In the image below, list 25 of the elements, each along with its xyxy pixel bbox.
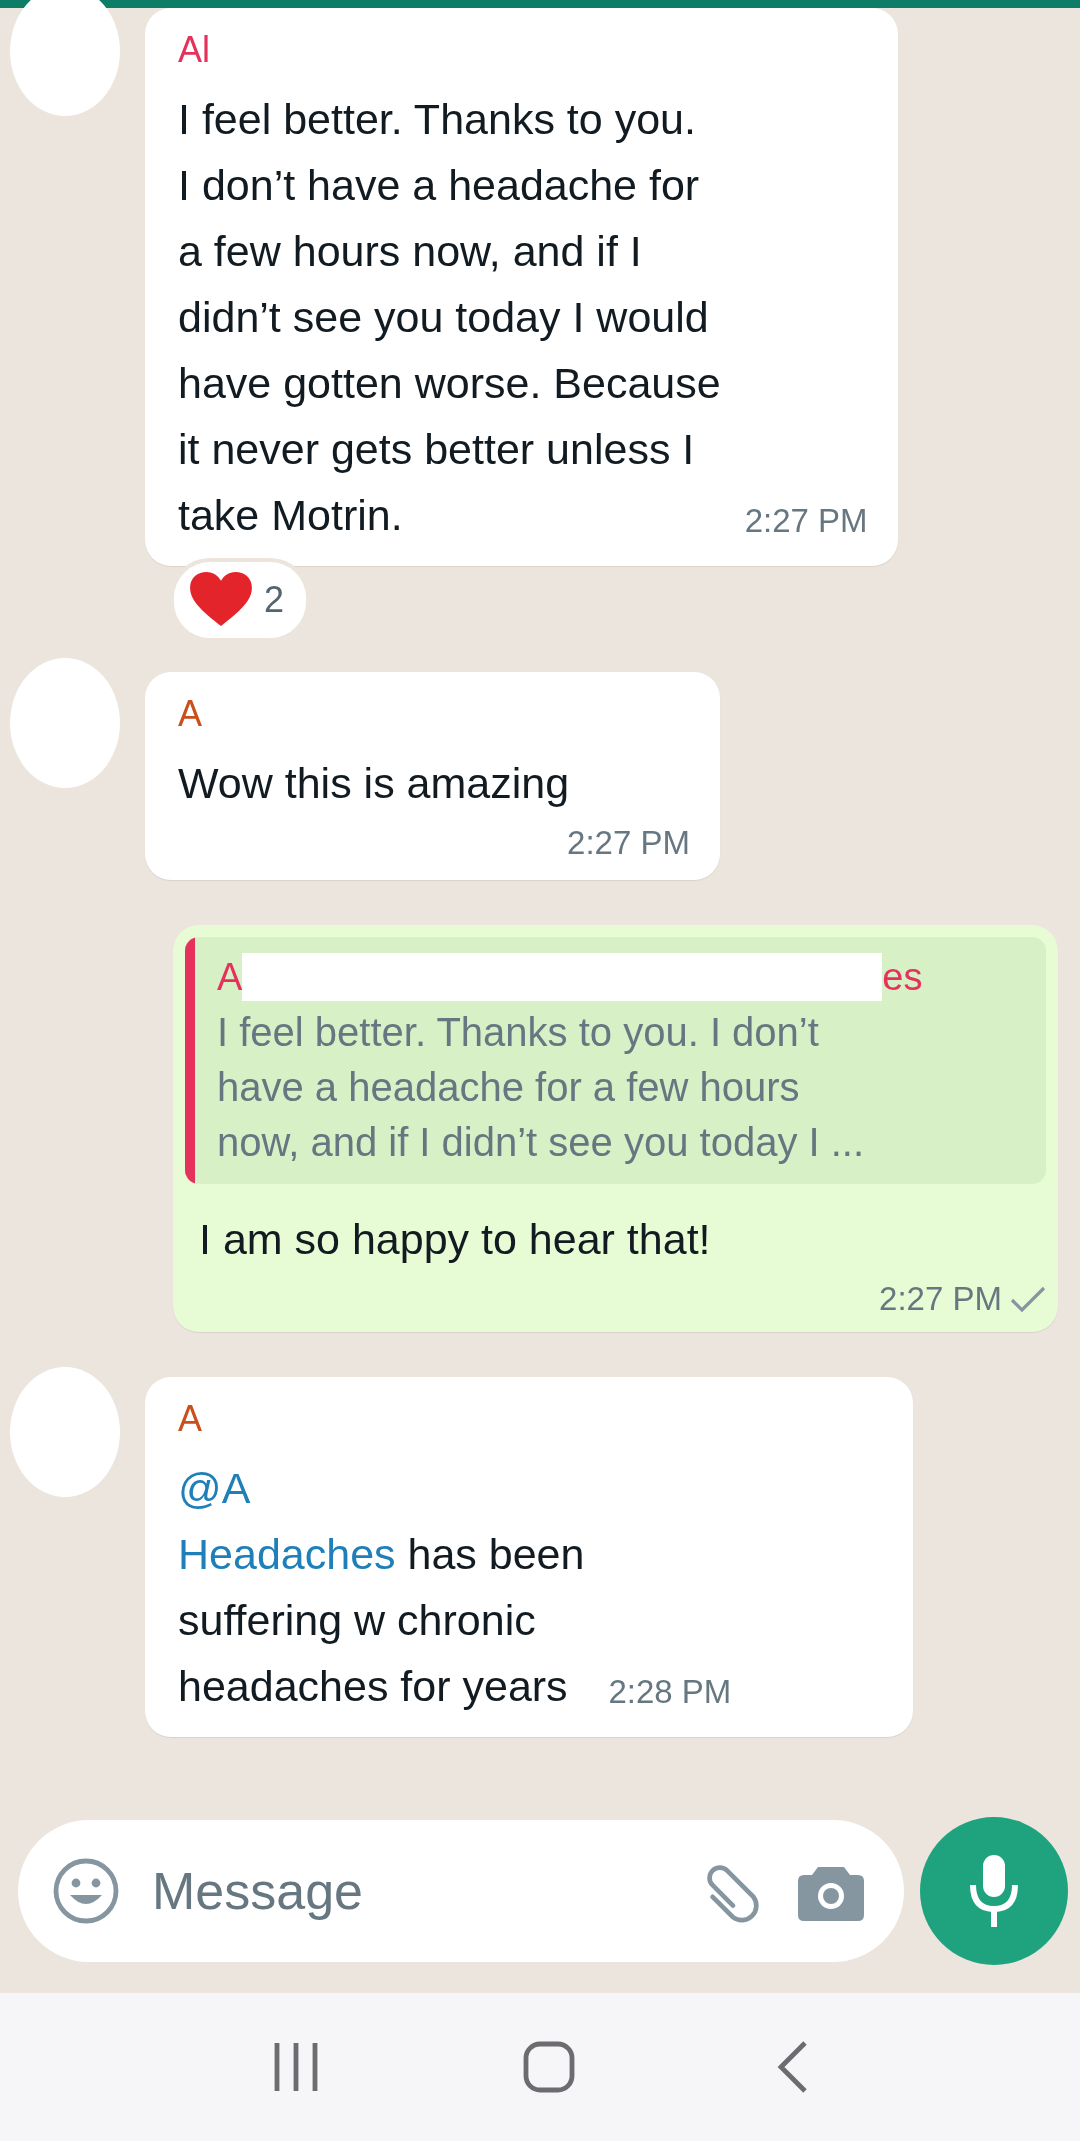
reaction-count: 2 xyxy=(264,579,285,621)
message-text: Wow this is amazing xyxy=(178,758,571,809)
message-time: 2:28 PM xyxy=(608,1673,732,1711)
emoji-icon[interactable] xyxy=(52,1857,120,1925)
message-field[interactable]: Message xyxy=(150,1860,668,1922)
sender-name: A xyxy=(178,1397,203,1441)
sender-name: Al xyxy=(178,28,211,72)
microphone-icon xyxy=(969,1855,1019,1927)
message-box[interactable]: Message xyxy=(18,1820,904,1962)
message-text: I feel better. Thanks to you. I don’t have a headache for a few hours now, and if I didn’t see you today I would have gotten worse. Because it never gets better unless I take Motrin. xyxy=(178,94,721,541)
message-time: 2:27 PM xyxy=(567,824,690,862)
message-time: 2:27 PM xyxy=(879,1280,1002,1318)
message-time: 2:27 PM xyxy=(744,502,868,540)
back-icon[interactable] xyxy=(777,2040,809,2094)
quote-author: es xyxy=(882,955,923,1000)
mention-link[interactable]: Headaches xyxy=(178,1530,396,1578)
quoted-message[interactable]: A es I feel better. Thanks to you. I don’t have a headache for a few hours now, and if I didn’t see you today I ... xyxy=(185,937,1046,1184)
quote-author: A xyxy=(217,955,243,1000)
quote-text: I feel better. Thanks to you. I don’t have a headache for a few hours now, and if I didn’t see you today I ... xyxy=(217,1009,866,1166)
message-text: I am so happy to hear that! xyxy=(199,1214,712,1265)
mention-link[interactable]: @A xyxy=(178,1455,251,1521)
sender-name: A xyxy=(178,692,203,736)
home-icon[interactable] xyxy=(523,2041,575,2093)
heart-icon xyxy=(190,572,252,628)
message-text: @A Headaches has been suffering w chronic headaches for years xyxy=(178,1455,585,1719)
